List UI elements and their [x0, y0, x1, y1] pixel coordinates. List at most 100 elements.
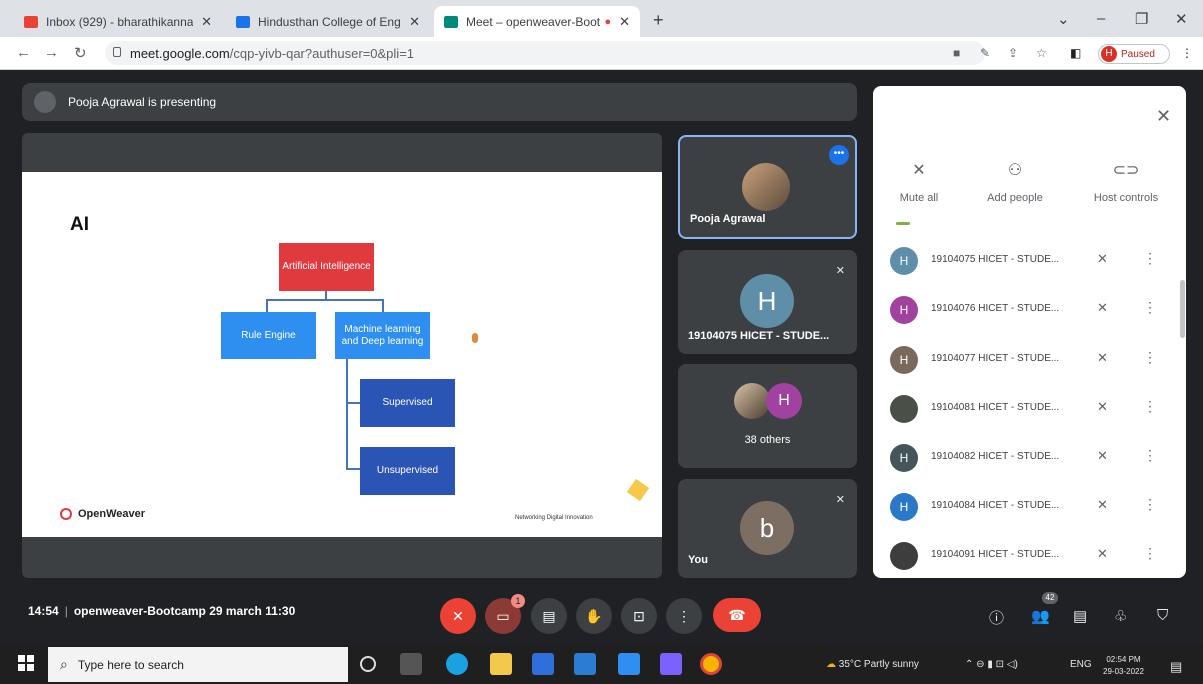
close-tab-icon[interactable]: ✕	[409, 14, 420, 30]
participant-name: 19104076 HICET - STUDE...	[931, 303, 1060, 314]
close-window-button[interactable]: ✕	[1175, 10, 1188, 28]
mic-off-icon[interactable]: ✕	[1097, 350, 1108, 366]
tile-pooja-agrawal[interactable]: ••• Pooja Agrawal	[678, 135, 857, 239]
new-tab-button[interactable]: +	[653, 10, 664, 31]
language-indicator[interactable]: ENG	[1070, 659, 1092, 670]
chrome-icon[interactable]	[700, 653, 722, 675]
mail-icon[interactable]	[574, 653, 596, 675]
more-options-icon[interactable]: ⋮	[1143, 398, 1157, 415]
slide-cursor-marker	[472, 333, 478, 343]
captions-button[interactable]: ▤	[531, 598, 567, 634]
more-options-icon[interactable]: ⋮	[1143, 496, 1157, 513]
tab-meet[interactable]: Meet – openweaver-Bootca ● ✕	[434, 6, 640, 37]
edge-icon[interactable]	[446, 653, 468, 675]
taskbar-search[interactable]: ⌕ Type here to search	[48, 647, 348, 682]
mic-off-icon[interactable]: ✕	[1097, 251, 1108, 267]
avatar	[890, 395, 918, 423]
activities-icon[interactable]: ♧	[1114, 607, 1127, 625]
more-options-icon[interactable]: ⋮	[1143, 349, 1157, 366]
info-icon[interactable]: ⓘ	[989, 607, 1004, 628]
more-options-icon[interactable]: ⋮	[1143, 250, 1157, 267]
mic-off-button[interactable]: ✕	[440, 598, 476, 634]
meeting-time: 14:54	[28, 604, 59, 618]
maximize-button[interactable]: ❐	[1135, 10, 1148, 28]
more-options-button[interactable]: ⋮	[666, 598, 702, 634]
windows-start-icon[interactable]	[18, 655, 34, 671]
add-person-icon: ⚇	[1007, 162, 1023, 179]
tab-search-icon[interactable]: ⌄	[1057, 10, 1070, 28]
weather-widget[interactable]: ☁ 35°C Partly sunny	[826, 659, 919, 670]
profile-button[interactable]: H Paused	[1098, 44, 1170, 64]
node-artificial-intelligence: Artificial Intelligence	[279, 243, 374, 291]
cortana-icon[interactable]	[360, 656, 376, 672]
leave-call-button[interactable]: ☎	[713, 598, 761, 632]
add-people-label: Add people	[987, 192, 1043, 204]
tile-19104075[interactable]: ✕ H 19104075 HICET - STUDE...	[678, 250, 857, 354]
presenter-avatar	[34, 91, 56, 113]
tab-hindusthan[interactable]: Hindusthan College of Engineeri ✕	[226, 6, 430, 37]
more-options-icon[interactable]: ⋮	[1143, 545, 1157, 562]
tile-you[interactable]: ✕ b You	[678, 479, 857, 578]
mic-off-icon[interactable]: ✕	[1097, 546, 1108, 562]
url-text[interactable]: meet.google.com/cqp-yivb-qar?authuser=0&…	[130, 46, 414, 61]
list-item[interactable]: H 19104082 HICET - STUDE... ✕ ⋮	[873, 433, 1186, 482]
profile-status: Paused	[1121, 48, 1155, 60]
notifications-icon[interactable]: ▤	[1170, 659, 1182, 675]
mic-off-icon[interactable]: ✕	[1097, 448, 1108, 464]
file-explorer-icon[interactable]	[490, 653, 512, 675]
list-item[interactable]: H 19104076 HICET - STUDE... ✕ ⋮	[873, 285, 1186, 334]
close-icon[interactable]: ✕	[1156, 106, 1171, 127]
node-unsupervised: Unsupervised	[360, 447, 455, 495]
mic-off-icon[interactable]: ✕	[1097, 399, 1108, 415]
participant-name: 19104075 HICET - STUDE...	[688, 330, 830, 342]
minimize-button[interactable]: –	[1097, 10, 1105, 27]
node-machine-learning: Machine learning and Deep learning	[335, 312, 430, 359]
more-options-icon[interactable]: ⋮	[1143, 447, 1157, 464]
list-item[interactable]: H 19104084 HICET - STUDE... ✕ ⋮	[873, 482, 1186, 531]
store-icon[interactable]	[532, 653, 554, 675]
scrollbar[interactable]	[1180, 280, 1185, 338]
host-controls-icon[interactable]: ⛉	[1157, 607, 1168, 624]
add-people-button[interactable]: ⚇ Add people	[976, 160, 1054, 204]
side-panel-icon[interactable]: ◧	[1070, 46, 1081, 60]
connector	[266, 299, 384, 301]
share-icon[interactable]: ⇪	[1008, 46, 1018, 60]
mic-off-icon[interactable]: ✕	[1097, 497, 1108, 513]
reload-icon[interactable]: ↻	[74, 44, 87, 62]
raise-hand-button[interactable]: ✋	[576, 598, 612, 634]
openweaver-brand: OpenWeaver	[78, 508, 146, 520]
camera-icon[interactable]: ■	[953, 46, 960, 60]
mute-all-button[interactable]: ✕ Mute all	[893, 160, 945, 204]
more-options-icon[interactable]: ⋮	[1143, 299, 1157, 316]
tray-icons[interactable]: ⌃ ⊖ ▮ ⊡ ◁)	[965, 659, 1018, 670]
presenting-text: Pooja Agrawal is presenting	[68, 95, 217, 109]
list-item[interactable]: H 19104077 HICET - STUDE... ✕ ⋮	[873, 335, 1186, 384]
present-button[interactable]: ⊡	[621, 598, 657, 634]
close-tab-icon[interactable]: ✕	[201, 14, 212, 30]
list-item[interactable]: H 19104075 HICET - STUDE... ✕ ⋮	[873, 236, 1186, 285]
bookmark-star-icon[interactable]: ☆	[1036, 46, 1047, 60]
vscode-icon[interactable]	[618, 653, 640, 675]
list-item[interactable]: 19104081 HICET - STUDE... ✕ ⋮	[873, 384, 1186, 433]
host-controls-button[interactable]: ⊂⊃ Host controls	[1085, 160, 1167, 204]
list-item[interactable]: 19104091 HICET - STUDE... ✕ ⋮	[873, 531, 1186, 580]
browser-menu-icon[interactable]: ⋮	[1181, 46, 1193, 60]
mute-all-label: Mute all	[899, 192, 939, 204]
others-count: 38 others	[744, 434, 791, 446]
app-icon[interactable]	[660, 653, 682, 675]
more-options-icon[interactable]: •••	[829, 145, 849, 165]
forward-icon[interactable]: →	[44, 44, 59, 61]
mic-blocked-icon[interactable]: ✎	[980, 46, 990, 60]
tab-gmail[interactable]: Inbox (929) - bharathikannan.cs.r ✕	[14, 6, 222, 37]
back-icon[interactable]: ←	[16, 44, 31, 61]
close-tab-icon[interactable]: ✕	[619, 14, 630, 30]
clock[interactable]: 02:54 PM 29-03-2022	[1103, 654, 1144, 678]
task-view-icon[interactable]	[400, 653, 422, 675]
people-icon[interactable]: 👥	[1031, 607, 1050, 625]
mic-off-icon[interactable]: ✕	[1097, 300, 1108, 316]
tab-title: Meet – openweaver-Bootca	[466, 14, 601, 29]
chat-icon[interactable]: ▤	[1073, 607, 1087, 625]
lock-icon[interactable]	[113, 47, 121, 57]
tile-others[interactable]: H 38 others	[678, 364, 857, 468]
panel-title: People	[893, 106, 940, 123]
